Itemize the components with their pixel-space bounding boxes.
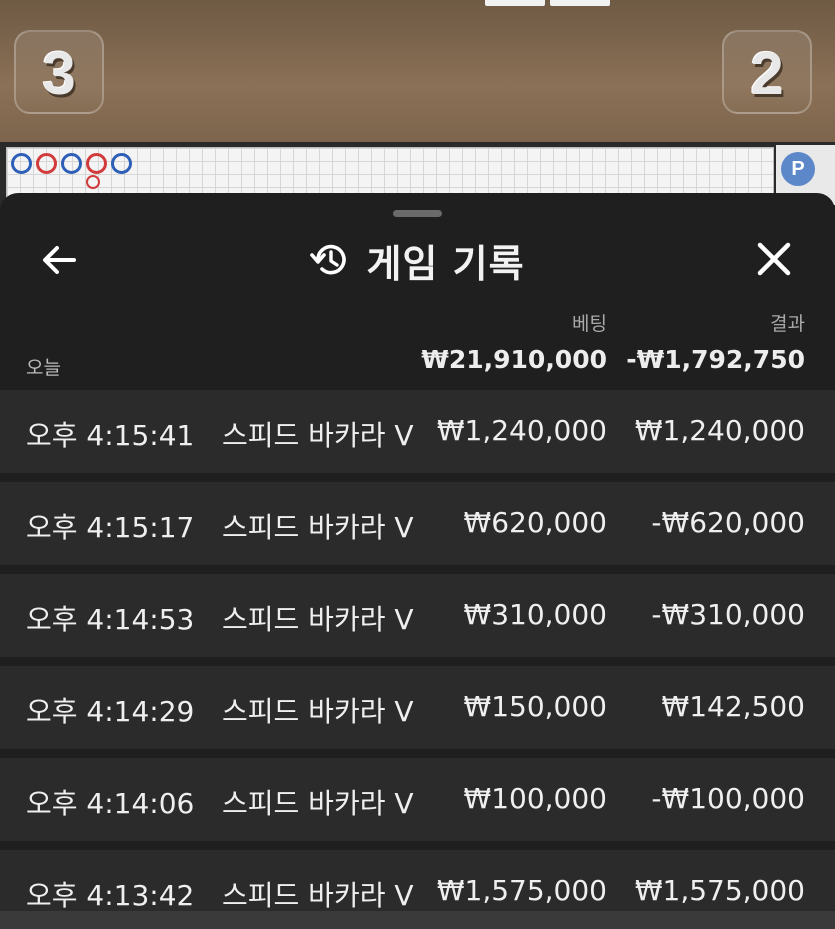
player-score-card: 3: [14, 30, 104, 114]
player-badge: P: [781, 152, 815, 186]
game-history-sheet: 게임 기록 베팅 결과 오늘 ₩21,910,000 -₩1,792,750 오…: [0, 193, 835, 929]
history-list: 오후 4:15:41 스피드 바카라 V ₩1,240,000 ₩1,240,0…: [0, 390, 835, 929]
row-result: ₩1,575,000: [634, 874, 805, 907]
card-edge: [485, 0, 545, 6]
date-group-label: 오늘: [26, 357, 61, 379]
row-bet: ₩620,000: [463, 506, 607, 539]
row-result: ₩1,240,000: [634, 414, 805, 447]
row-game: 스피드 바카라 V: [222, 419, 414, 452]
total-bet-amount: ₩21,910,000: [421, 345, 607, 374]
row-result: -₩100,000: [651, 782, 805, 815]
row-game: 스피드 바카라 V: [222, 603, 414, 636]
row-bet: ₩150,000: [463, 690, 607, 723]
banker-score-card: 2: [722, 30, 812, 114]
row-time: 오후 4:15:17: [26, 511, 195, 544]
row-result: ₩142,500: [661, 690, 805, 723]
game-table-background: 3 2: [0, 0, 835, 142]
roadmap-bead: [86, 175, 100, 189]
column-header-bet: 베팅: [572, 313, 607, 335]
row-bet: ₩1,240,000: [436, 414, 607, 447]
sheet-drag-handle[interactable]: [393, 210, 442, 217]
column-header-result: 결과: [770, 313, 805, 335]
row-bet: ₩100,000: [463, 782, 607, 815]
roadmap-bead: [61, 153, 82, 174]
card-edge: [550, 0, 610, 6]
history-row[interactable]: 오후 4:14:53 스피드 바카라 V ₩310,000 -₩310,000: [0, 574, 835, 657]
row-time: 오후 4:15:41: [26, 419, 195, 452]
row-game: 스피드 바카라 V: [222, 787, 414, 820]
history-row[interactable]: 오후 4:15:17 스피드 바카라 V ₩620,000 -₩620,000: [0, 482, 835, 565]
row-game: 스피드 바카라 V: [222, 695, 414, 728]
sheet-header: 게임 기록: [0, 237, 835, 286]
row-bet: ₩310,000: [463, 598, 607, 631]
roadmap-bead: [86, 153, 107, 174]
row-time: 오후 4:14:53: [26, 603, 195, 636]
history-row[interactable]: 오후 4:15:41 스피드 바카라 V ₩1,240,000 ₩1,240,0…: [0, 390, 835, 473]
row-game: 스피드 바카라 V: [222, 879, 414, 912]
row-game: 스피드 바카라 V: [222, 511, 414, 544]
row-result: -₩310,000: [651, 598, 805, 631]
row-time: 오후 4:13:42: [26, 879, 195, 912]
history-row[interactable]: 오후 4:14:06 스피드 바카라 V ₩100,000 -₩100,000: [0, 758, 835, 841]
history-row[interactable]: 오후 4:14:29 스피드 바카라 V ₩150,000 ₩142,500: [0, 666, 835, 749]
close-icon: [757, 242, 791, 276]
page-title: 게임 기록: [366, 241, 525, 286]
bottom-bar: [0, 911, 835, 929]
close-button[interactable]: [752, 237, 796, 281]
row-time: 오후 4:14:06: [26, 787, 195, 820]
row-result: -₩620,000: [651, 506, 805, 539]
history-icon: [310, 244, 347, 275]
roadmap-bead: [11, 153, 32, 174]
row-bet: ₩1,575,000: [436, 874, 607, 907]
total-result-amount: -₩1,792,750: [626, 345, 805, 374]
row-time: 오후 4:14:29: [26, 695, 195, 728]
roadmap-bead: [36, 153, 57, 174]
roadmap-bead: [111, 153, 132, 174]
